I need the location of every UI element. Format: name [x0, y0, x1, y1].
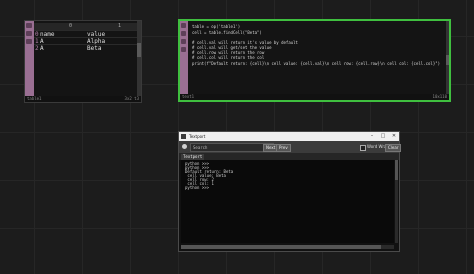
window-title: Textport [189, 134, 206, 139]
textport-tabbar: Textport [179, 153, 399, 160]
output-connector[interactable] [137, 43, 141, 57]
textport-toolbar: Search Next Prev Word Wrap Clear [179, 141, 402, 153]
table-cell: A [40, 45, 44, 52]
code-line: cell = table.findCell("Beta") [192, 30, 262, 35]
code-line: table = op('table1') [192, 24, 241, 29]
node-flag-icon[interactable] [181, 23, 186, 28]
node-output-strip [446, 21, 449, 94]
node-name[interactable]: table1 [27, 96, 41, 102]
node-output-strip [137, 21, 141, 96]
code-line: # cell.col will return the col [192, 55, 265, 60]
textport-window[interactable]: Textport – □ ✕ Search Next Prev Word Wra… [178, 131, 402, 252]
node-flag-icon[interactable] [181, 39, 186, 44]
clear-button[interactable]: Clear [385, 144, 402, 152]
node-flag-icon[interactable] [181, 31, 186, 36]
column-header-1: 1 [118, 23, 122, 29]
node-flag-icon[interactable] [181, 47, 186, 52]
node-flag-icon[interactable] [26, 39, 32, 44]
table-row: 2 A Beta [34, 44, 137, 52]
node-info: 3x2 t3 [124, 96, 139, 101]
node-footer: table1 3x2 t3 [25, 96, 141, 102]
maximize-icon[interactable]: □ [378, 132, 388, 141]
prev-button[interactable]: Prev [276, 144, 291, 152]
search-icon [182, 144, 187, 149]
console-line: python >>> [185, 185, 210, 190]
node-flag-icon[interactable] [26, 31, 32, 36]
console-output[interactable]: python >>> python >>> Default return: Be… [181, 160, 394, 243]
window-titlebar[interactable]: Textport – □ ✕ [179, 132, 399, 141]
scrollbar-thumb[interactable] [181, 245, 381, 249]
search-input[interactable]: Search [190, 143, 274, 152]
horizontal-scrollbar[interactable] [181, 245, 394, 249]
app-icon [181, 134, 186, 139]
minimize-icon[interactable]: – [367, 132, 377, 141]
close-icon[interactable]: ✕ [389, 132, 399, 141]
table-column-header: 0 1 [34, 23, 137, 30]
node-side-strip [180, 21, 188, 94]
node-flag-icon[interactable] [26, 23, 32, 28]
node-footer: text1 10x110 [180, 94, 449, 100]
word-wrap-checkbox[interactable] [360, 145, 366, 151]
table-cell: Beta [87, 45, 102, 52]
node-info: 10x110 [432, 94, 447, 99]
column-header-0: 0 [69, 23, 73, 29]
vertical-scrollbar[interactable] [395, 160, 398, 243]
node-name[interactable]: text1 [182, 94, 194, 100]
text-dat-node[interactable]: table = op('table1') cell = table.findCe… [178, 19, 451, 102]
output-connector[interactable] [446, 55, 449, 65]
table-dat-node[interactable]: 0 1 0 name value 1 A Alpha 2 A Beta tabl… [24, 20, 142, 103]
code-line: print(f"Default return: {cell}\n cell va… [192, 61, 441, 66]
row-index: 2 [35, 45, 39, 52]
scrollbar-thumb[interactable] [395, 160, 398, 180]
node-side-strip [25, 21, 34, 96]
